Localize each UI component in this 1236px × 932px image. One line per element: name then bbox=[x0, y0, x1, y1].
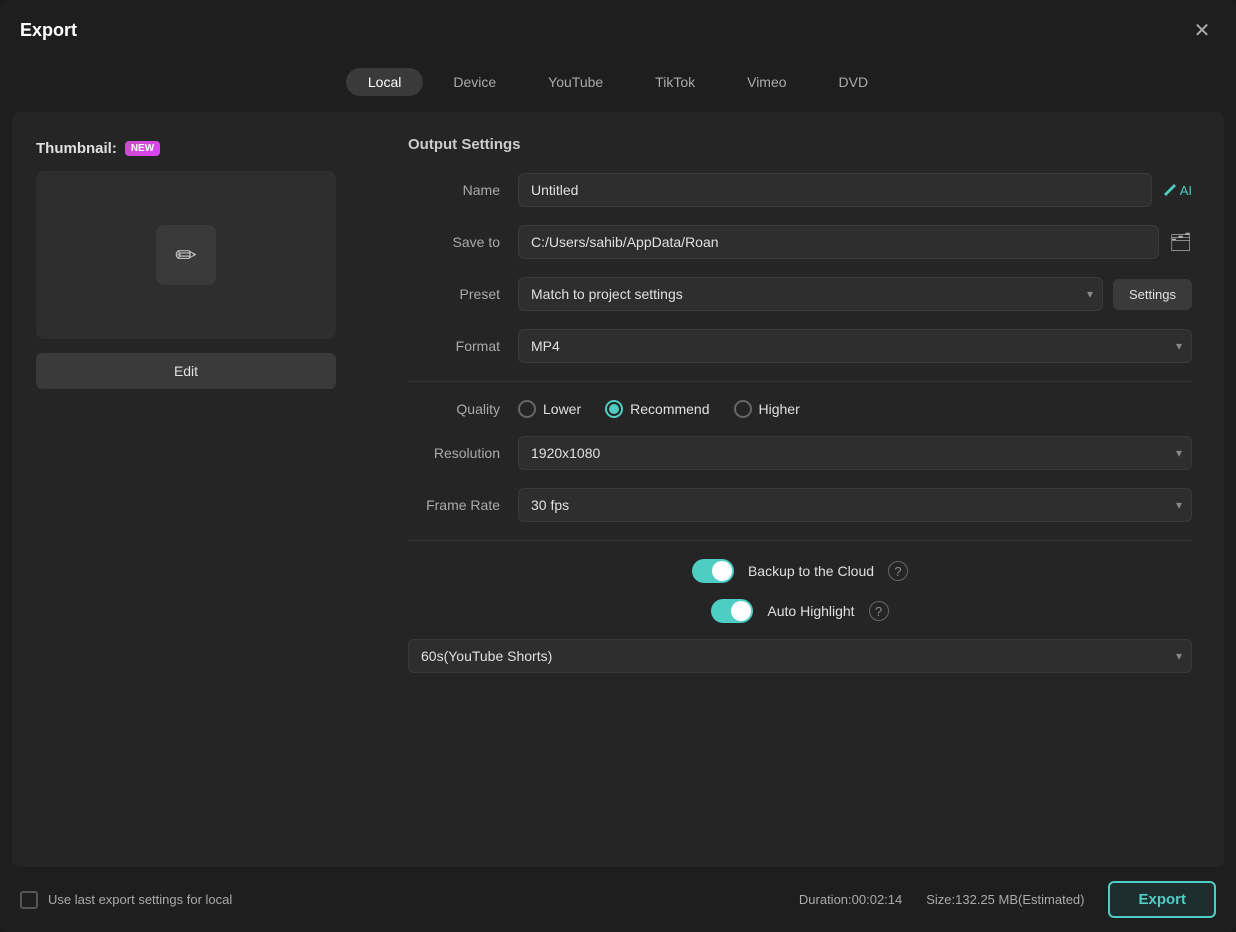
footer-right: Duration:00:02:14 Size:132.25 MB(Estimat… bbox=[799, 881, 1216, 918]
quality-label: Quality bbox=[408, 401, 518, 417]
size-info: Size:132.25 MB(Estimated) bbox=[926, 892, 1084, 907]
format-control-wrap: MP4 MOV AVI MKV ▾ bbox=[518, 329, 1192, 363]
resolution-control-wrap: 1920x1080 1280x720 3840x2160 ▾ bbox=[518, 436, 1192, 470]
quality-higher-label: Higher bbox=[759, 401, 800, 417]
quality-lower[interactable]: Lower bbox=[518, 400, 581, 418]
quality-recommend-dot bbox=[609, 404, 619, 414]
resolution-select-wrap: 1920x1080 1280x720 3840x2160 ▾ bbox=[518, 436, 1192, 470]
highlight-duration-wrap: 60s(YouTube Shorts) 30s 15s ▾ bbox=[408, 639, 1192, 673]
pencil-icon: ✏ bbox=[175, 240, 197, 271]
resolution-select[interactable]: 1920x1080 1280x720 3840x2160 bbox=[518, 436, 1192, 470]
thumbnail-preview: ✏ bbox=[36, 171, 336, 339]
quality-recommend-label: Recommend bbox=[630, 401, 709, 417]
ai-label: AI bbox=[1180, 183, 1192, 198]
auto-highlight-label: Auto Highlight bbox=[767, 603, 854, 619]
new-badge: NEW bbox=[125, 141, 160, 156]
frame-rate-row: Frame Rate 30 fps 24 fps 60 fps ▾ bbox=[408, 488, 1192, 522]
tab-youtube[interactable]: YouTube bbox=[526, 68, 625, 96]
quality-recommend[interactable]: Recommend bbox=[605, 400, 709, 418]
remember-checkbox[interactable] bbox=[20, 891, 38, 909]
frame-rate-select[interactable]: 30 fps 24 fps 60 fps bbox=[518, 488, 1192, 522]
quality-row: Quality Lower Recommend Higher bbox=[408, 400, 1192, 418]
export-button[interactable]: Export bbox=[1108, 881, 1216, 918]
footer-left: Use last export settings for local bbox=[20, 891, 232, 909]
section-title: Output Settings bbox=[408, 136, 1192, 153]
save-to-input[interactable] bbox=[518, 225, 1159, 259]
tab-tiktok[interactable]: TikTok bbox=[633, 68, 717, 96]
highlight-duration-select[interactable]: 60s(YouTube Shorts) 30s 15s bbox=[408, 639, 1192, 673]
preset-row: Preset Match to project settings Custom … bbox=[408, 277, 1192, 311]
close-button[interactable]: ✕ bbox=[1188, 16, 1216, 44]
settings-button[interactable]: Settings bbox=[1113, 279, 1192, 310]
save-to-row: Save to 🗂 bbox=[408, 225, 1192, 259]
quality-lower-circle bbox=[518, 400, 536, 418]
content-area: Thumbnail: NEW ✏ Edit Output Settings Na… bbox=[12, 112, 1224, 867]
save-to-label: Save to bbox=[408, 234, 518, 250]
auto-highlight-row: Auto Highlight ? bbox=[408, 599, 1192, 623]
right-panel: Output Settings Name AI Save to bbox=[392, 112, 1224, 867]
format-row: Format MP4 MOV AVI MKV ▾ bbox=[408, 329, 1192, 363]
tab-vimeo[interactable]: Vimeo bbox=[725, 68, 808, 96]
name-control-wrap: AI bbox=[518, 173, 1192, 207]
resolution-row: Resolution 1920x1080 1280x720 3840x2160 … bbox=[408, 436, 1192, 470]
left-panel: Thumbnail: NEW ✏ Edit bbox=[12, 112, 392, 867]
ai-button[interactable]: AI bbox=[1162, 182, 1192, 198]
title-bar: Export ✕ bbox=[0, 0, 1236, 60]
auto-highlight-toggle-knob bbox=[731, 601, 751, 621]
tab-bar: Local Device YouTube TikTok Vimeo DVD bbox=[0, 60, 1236, 112]
backup-label: Backup to the Cloud bbox=[748, 563, 874, 579]
quality-recommend-circle bbox=[605, 400, 623, 418]
frame-rate-select-wrap: 30 fps 24 fps 60 fps ▾ bbox=[518, 488, 1192, 522]
folder-button[interactable]: 🗂 bbox=[1169, 232, 1192, 253]
name-row: Name AI bbox=[408, 173, 1192, 207]
thumbnail-label: Thumbnail: NEW bbox=[36, 140, 368, 157]
auto-highlight-toggle[interactable] bbox=[711, 599, 753, 623]
backup-row: Backup to the Cloud ? bbox=[408, 559, 1192, 583]
tab-local[interactable]: Local bbox=[346, 68, 423, 96]
format-select[interactable]: MP4 MOV AVI MKV bbox=[518, 329, 1192, 363]
preset-select[interactable]: Match to project settings Custom bbox=[518, 277, 1103, 311]
divider-2 bbox=[408, 540, 1192, 541]
tab-dvd[interactable]: DVD bbox=[817, 68, 891, 96]
duration-info: Duration:00:02:14 bbox=[799, 892, 902, 907]
dialog-title: Export bbox=[20, 20, 77, 41]
divider-1 bbox=[408, 381, 1192, 382]
preset-control-wrap: Match to project settings Custom ▾ Setti… bbox=[518, 277, 1192, 311]
backup-toggle[interactable] bbox=[692, 559, 734, 583]
preset-select-wrap: Match to project settings Custom ▾ bbox=[518, 277, 1103, 311]
preset-label: Preset bbox=[408, 286, 518, 302]
frame-rate-label: Frame Rate bbox=[408, 497, 518, 513]
footer: Use last export settings for local Durat… bbox=[0, 867, 1236, 932]
quality-lower-label: Lower bbox=[543, 401, 581, 417]
auto-highlight-help-icon[interactable]: ? bbox=[869, 601, 889, 621]
tab-device[interactable]: Device bbox=[431, 68, 518, 96]
edit-button[interactable]: Edit bbox=[36, 353, 336, 389]
backup-toggle-knob bbox=[712, 561, 732, 581]
format-select-wrap: MP4 MOV AVI MKV ▾ bbox=[518, 329, 1192, 363]
highlight-duration-select-wrap: 60s(YouTube Shorts) 30s 15s ▾ bbox=[408, 639, 1192, 673]
resolution-label: Resolution bbox=[408, 445, 518, 461]
format-label: Format bbox=[408, 338, 518, 354]
export-dialog: Export ✕ Local Device YouTube TikTok Vim… bbox=[0, 0, 1236, 932]
quality-higher[interactable]: Higher bbox=[734, 400, 800, 418]
thumbnail-icon-wrap: ✏ bbox=[156, 225, 216, 285]
backup-help-icon[interactable]: ? bbox=[888, 561, 908, 581]
save-to-control-wrap: 🗂 bbox=[518, 225, 1192, 259]
name-label: Name bbox=[408, 182, 518, 198]
ai-pen-icon bbox=[1162, 182, 1178, 198]
name-input[interactable] bbox=[518, 173, 1152, 207]
quality-higher-circle bbox=[734, 400, 752, 418]
thumbnail-label-text: Thumbnail: bbox=[36, 140, 117, 157]
frame-rate-control-wrap: 30 fps 24 fps 60 fps ▾ bbox=[518, 488, 1192, 522]
remember-label: Use last export settings for local bbox=[48, 892, 232, 907]
quality-radio-group: Lower Recommend Higher bbox=[518, 400, 800, 418]
